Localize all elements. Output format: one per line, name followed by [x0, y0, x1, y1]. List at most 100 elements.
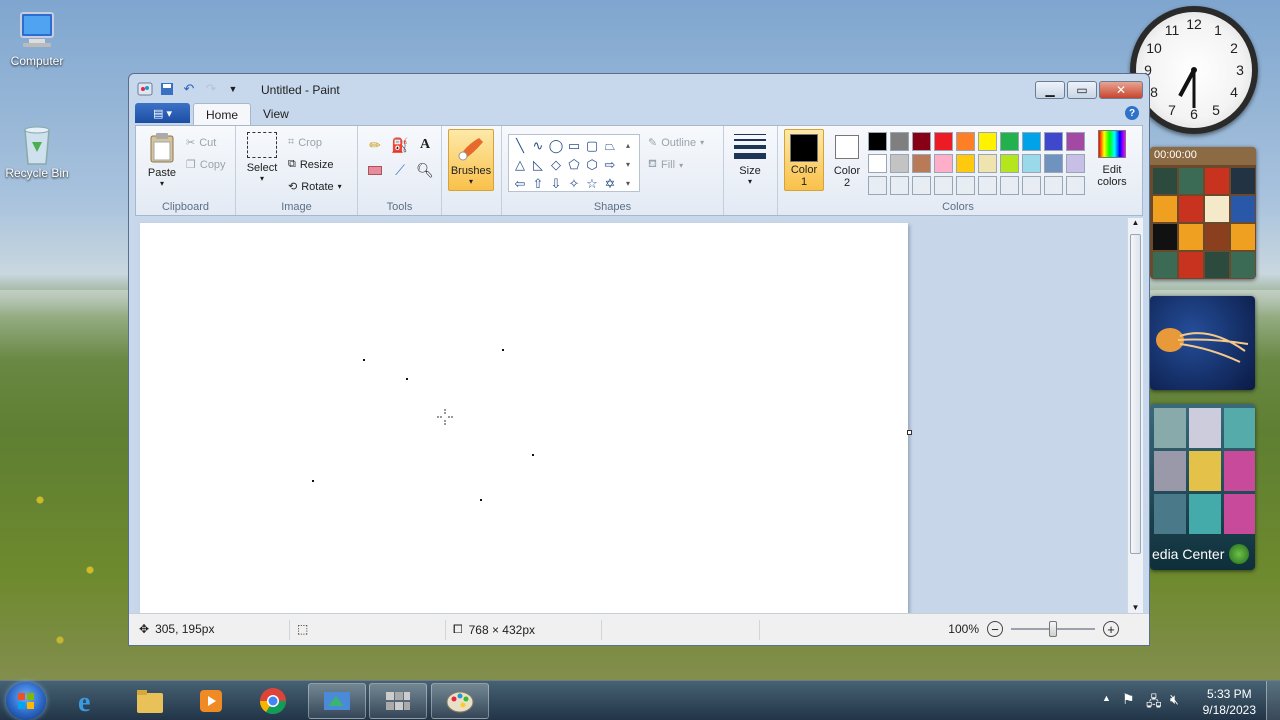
magnifier-icon[interactable]: 🔍︎ — [414, 159, 436, 181]
palette-color-swatch[interactable] — [956, 154, 975, 173]
hexagon-shape-icon[interactable]: ⬡ — [583, 155, 601, 174]
line-shape-icon[interactable]: ╲ — [511, 136, 529, 155]
five-point-star-shape-icon[interactable]: ☆ — [583, 174, 601, 193]
desktop-icon-recycle-bin[interactable]: Recycle Bin — [0, 122, 77, 180]
palette-color-swatch[interactable] — [1066, 132, 1085, 151]
palette-color-swatch[interactable] — [978, 154, 997, 173]
up-arrow-shape-icon[interactable]: ⇧ — [529, 174, 547, 193]
polygon-shape-icon[interactable]: ⏢ — [601, 136, 619, 155]
volume-muted-icon[interactable]: 🔇︎ — [1170, 691, 1179, 708]
vertical-scrollbar[interactable]: ▲ ▼ — [1127, 218, 1143, 614]
taskbar-paint[interactable] — [431, 683, 489, 719]
palette-color-swatch[interactable] — [890, 154, 909, 173]
color2-button[interactable]: Color 2 — [828, 129, 866, 189]
color-picker-icon[interactable]: ⟋ — [389, 159, 411, 181]
undo-icon[interactable]: ↶ — [181, 81, 197, 97]
palette-color-swatch[interactable] — [934, 154, 953, 173]
outline-button[interactable]: ✎ Outline ▾ — [648, 136, 704, 150]
taskbar-internet-explorer[interactable]: e — [60, 683, 118, 719]
crop-button[interactable]: ⌗ Crop — [288, 136, 322, 149]
four-point-star-shape-icon[interactable]: ✧ — [565, 174, 583, 193]
eraser-icon[interactable] — [364, 159, 386, 181]
oval-shape-icon[interactable]: ◯ — [547, 136, 565, 155]
palette-color-swatch[interactable] — [1044, 176, 1063, 195]
scroll-down-arrow-icon[interactable]: ▼ — [1128, 603, 1143, 612]
save-icon[interactable] — [159, 81, 175, 97]
palette-color-swatch[interactable] — [890, 176, 909, 195]
palette-color-swatch[interactable] — [1044, 132, 1063, 151]
paint-menu-button[interactable]: ▤ ▾ — [135, 103, 190, 123]
six-point-star-shape-icon[interactable]: ✡ — [601, 174, 619, 193]
palette-color-swatch[interactable] — [934, 176, 953, 195]
palette-color-swatch[interactable] — [934, 132, 953, 151]
tray-clock[interactable]: 5:33 PM 9/18/2023 — [1203, 686, 1256, 718]
media-center-gadget[interactable]: edia Center — [1150, 404, 1255, 570]
show-desktop-button[interactable] — [1266, 681, 1280, 720]
drawing-canvas[interactable] — [140, 223, 908, 614]
zoom-out-button[interactable]: − — [987, 621, 1003, 637]
taskbar-image-app[interactable] — [308, 683, 366, 719]
palette-color-swatch[interactable] — [890, 132, 909, 151]
canvas-area[interactable] — [135, 218, 1129, 614]
palette-color-swatch[interactable] — [1044, 154, 1063, 173]
right-triangle-shape-icon[interactable]: ◺ — [529, 155, 547, 174]
rotate-button[interactable]: ⟲ Rotate ▾ — [288, 180, 342, 194]
paste-button[interactable]: Paste ▾ — [144, 132, 180, 188]
rounded-rectangle-shape-icon[interactable]: ▢ — [583, 136, 601, 155]
network-icon[interactable]: 🖧︎ — [1146, 691, 1162, 715]
action-center-flag-icon[interactable]: ⚑ — [1122, 691, 1135, 708]
resize-button[interactable]: ⧉ Resize — [288, 158, 333, 171]
text-icon[interactable]: A — [414, 134, 436, 156]
start-button[interactable] — [6, 682, 46, 720]
palette-color-swatch[interactable] — [868, 154, 887, 173]
curve-shape-icon[interactable]: ∿ — [529, 136, 547, 155]
zoom-slider[interactable] — [1011, 621, 1095, 637]
palette-color-swatch[interactable] — [1066, 154, 1085, 173]
shapes-gallery[interactable]: ╲ ∿ ◯ ▭ ▢ ⏢ ▴ △ ◺ ◇ ⬠ ⬡ ⇨ ▾ ⇦ ⇧ ⇩ ✧ ☆ ✡ — [508, 134, 640, 192]
palette-color-swatch[interactable] — [1000, 154, 1019, 173]
minimize-button[interactable]: ▁ — [1035, 81, 1065, 99]
palette-color-swatch[interactable] — [956, 176, 975, 195]
brushes-button[interactable]: Brushes ▾ — [448, 129, 494, 191]
rectangle-shape-icon[interactable]: ▭ — [565, 136, 583, 155]
paint-app-icon[interactable] — [137, 81, 153, 97]
scroll-down-icon[interactable]: ▾ — [619, 155, 637, 174]
title-bar[interactable]: ↶ ↷ ▼ Untitled - Paint ▁ ▭ ✕ — [129, 74, 1149, 104]
zoom-slider-knob[interactable] — [1049, 621, 1057, 637]
tab-home[interactable]: Home — [193, 103, 252, 125]
more-shapes-icon[interactable]: ▾ — [619, 174, 637, 193]
triangle-shape-icon[interactable]: △ — [511, 155, 529, 174]
slideshow-gadget[interactable] — [1150, 296, 1255, 390]
fill-bucket-icon[interactable]: ⛽ — [389, 134, 411, 156]
palette-color-swatch[interactable] — [1022, 154, 1041, 173]
scroll-up-icon[interactable]: ▴ — [619, 136, 637, 155]
tab-view[interactable]: View — [251, 103, 301, 125]
palette-color-swatch[interactable] — [912, 154, 931, 173]
palette-color-swatch[interactable] — [912, 176, 931, 195]
copy-button[interactable]: ❐ Copy — [186, 158, 226, 172]
help-icon[interactable]: ? — [1125, 106, 1139, 120]
palette-color-swatch[interactable] — [912, 132, 931, 151]
palette-color-swatch[interactable] — [1066, 176, 1085, 195]
select-button[interactable]: Select ▾ — [244, 132, 280, 183]
palette-color-swatch[interactable] — [978, 176, 997, 195]
palette-color-swatch[interactable] — [956, 132, 975, 151]
fill-button[interactable]: ⛾ Fill ▾ — [648, 158, 683, 172]
palette-color-swatch[interactable] — [1022, 176, 1041, 195]
palette-color-swatch[interactable] — [868, 132, 887, 151]
palette-color-swatch[interactable] — [1022, 132, 1041, 151]
pentagon-shape-icon[interactable]: ⬠ — [565, 155, 583, 174]
picture-puzzle-gadget[interactable]: 00:00:00 — [1150, 147, 1256, 279]
maximize-button[interactable]: ▭ — [1067, 81, 1097, 99]
close-button[interactable]: ✕ — [1099, 81, 1143, 99]
taskbar-app-grid[interactable] — [369, 683, 427, 719]
taskbar-media-player[interactable] — [182, 683, 240, 719]
palette-color-swatch[interactable] — [868, 176, 887, 195]
zoom-in-button[interactable]: + — [1103, 621, 1119, 637]
color1-button[interactable]: Color 1 — [784, 129, 824, 191]
taskbar-file-explorer[interactable] — [121, 683, 179, 719]
scrollbar-thumb[interactable] — [1130, 234, 1141, 554]
size-button[interactable]: Size ▾ — [730, 134, 770, 186]
palette-color-swatch[interactable] — [1000, 176, 1019, 195]
pencil-icon[interactable]: ✏ — [364, 134, 386, 156]
